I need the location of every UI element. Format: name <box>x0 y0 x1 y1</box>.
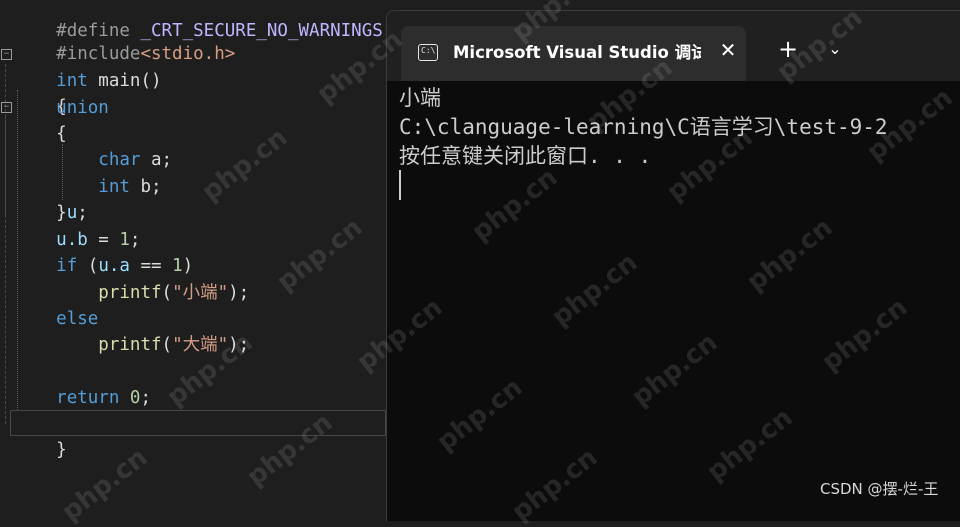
text-token: ( <box>161 335 173 355</box>
fold-toggle-main[interactable]: − <box>1 49 12 60</box>
text-token: = <box>87 230 120 250</box>
number-token: 1 <box>119 230 130 250</box>
function-token: printf <box>98 335 162 355</box>
code-line-else[interactable]: else <box>14 306 98 332</box>
code-line-int-b[interactable]: int b; <box>14 174 162 200</box>
text-token: ; <box>140 388 151 408</box>
text-token: ; <box>129 230 141 250</box>
console-tab[interactable]: C:\ Microsoft Visual Studio 调试控制台 ✕ <box>401 26 746 81</box>
text-token: ( <box>161 283 173 303</box>
number-token: 1 <box>172 256 183 276</box>
code-line-assign[interactable]: u.b = 1; <box>14 227 140 253</box>
code-line-open-brace[interactable]: { <box>14 68 67 117</box>
fold-guide-union <box>5 116 6 216</box>
code-line-if[interactable]: if (u.a == 1) <box>14 253 193 279</box>
function-token: printf <box>98 283 162 303</box>
code-line-include[interactable]: #include<stdio.h> <box>14 15 235 64</box>
terminal-icon-label: C:\ <box>421 46 436 55</box>
close-tab-icon[interactable]: ✕ <box>717 37 739 63</box>
keyword-token: if <box>56 256 78 276</box>
fold-toggle-union[interactable]: − <box>1 102 12 113</box>
code-line-return[interactable]: return 0; <box>14 385 151 411</box>
text-token: ; <box>77 203 88 223</box>
terminal-icon: C:\ <box>418 44 438 61</box>
variable-token: u.a <box>98 256 130 276</box>
debug-console-window[interactable]: C:\ Microsoft Visual Studio 调试控制台 ✕ + ⌄ … <box>386 10 960 521</box>
code-line-union-close[interactable]: }u; <box>14 200 88 226</box>
text-token: b; <box>129 177 162 197</box>
text-token: } <box>56 440 67 460</box>
text-token: == <box>129 256 173 276</box>
text-token: ); <box>228 283 250 303</box>
string-token: "小端" <box>172 283 229 303</box>
code-line-union-open[interactable]: { <box>14 121 67 147</box>
keyword-token: return <box>56 388 120 408</box>
number-token: 0 <box>119 388 141 408</box>
code-line-char-a[interactable]: char a; <box>14 147 172 173</box>
text-token: { <box>56 124 67 144</box>
variable-token: u <box>66 203 78 223</box>
keyword-token: else <box>56 309 99 329</box>
keyword-token: int <box>98 177 130 197</box>
text-token: ) <box>182 256 194 276</box>
text-token: ( <box>77 256 99 276</box>
csdn-credit: CSDN @摆-烂-王 <box>820 480 939 498</box>
text-cursor <box>399 170 401 200</box>
text-token: main() <box>87 71 162 91</box>
keyword-token: char <box>98 150 141 170</box>
code-line-main[interactable]: int main() <box>14 42 161 91</box>
text-token: a; <box>140 150 173 170</box>
code-line-union[interactable]: union <box>14 95 109 121</box>
code-line-printf-little[interactable]: printf("小端"); <box>14 280 249 306</box>
variable-token: u.b <box>56 230 88 250</box>
output-line: C:\clanguage-learning\C语言学习\test-9-2 <box>399 115 888 139</box>
code-line-close-main[interactable]: } <box>14 411 67 460</box>
text-token: } <box>56 203 67 223</box>
output-line: 小端 <box>399 86 441 110</box>
keyword-token: union <box>56 98 109 118</box>
output-line: 按任意键关闭此窗口. . . <box>399 144 652 168</box>
